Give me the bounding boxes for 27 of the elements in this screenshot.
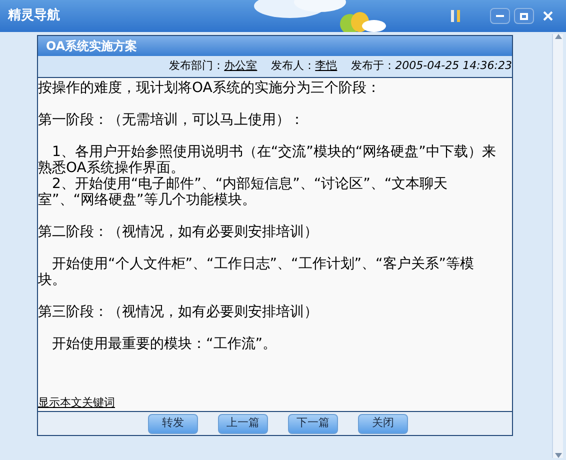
meta-label: 发布部门： [169, 58, 224, 74]
paragraph: 按操作的难度，现计划将OA系统的实施分为三个阶段： [38, 80, 382, 96]
close-icon [543, 11, 553, 21]
action-button[interactable]: 上一篇 [218, 414, 268, 434]
paragraph: 2、开始使用“电子邮件”、“内部短信息”、“讨论区”、“文本聊天室”、“网络硬盘”等几个功能模块。 [38, 176, 449, 208]
publish-date: 2005-04-25 14:36:23 [395, 58, 512, 74]
paragraph: 1、各用户开始参照使用说明书（在“交流”模块的“网络硬盘”中下载）来熟悉OA系统操作界面。 [38, 144, 497, 176]
window-title: 精灵导航 [8, 6, 60, 26]
action-button[interactable]: 关闭 [358, 414, 408, 434]
action-button[interactable]: 转发 [148, 414, 198, 434]
paragraph: 开始使用“个人文件柜”、“工作日志”、“工作计划”、“客户关系”等模块。 [38, 256, 476, 288]
article-title: OA系统实施方案 [38, 36, 512, 56]
scroll-up-icon[interactable] [554, 34, 562, 39]
paragraph: 第三阶段：（视情况，如有必要则安排培训） [38, 304, 319, 320]
meta-label: 发布于： [351, 58, 396, 74]
scroll-down-icon[interactable] [554, 453, 562, 458]
keywords-link[interactable]: 显示本文关键词 [38, 395, 115, 411]
action-button[interactable]: 下一篇 [288, 414, 338, 434]
meta-link[interactable]: 办公室 [224, 58, 258, 75]
paragraph: 第二阶段：（视情况，如有必要则安排培训） [38, 224, 319, 240]
paragraph: 第一阶段：（无需培训，可以马上使用）： [38, 112, 305, 128]
scrollbar[interactable] [552, 34, 563, 458]
minimize-button[interactable] [490, 8, 510, 24]
maximize-button[interactable] [514, 8, 534, 24]
meta-label: 发布人： [271, 58, 316, 74]
paragraph: 开始使用最重要的模块：“工作流”。 [51, 336, 278, 352]
meta-link[interactable]: 李恺 [315, 58, 338, 75]
